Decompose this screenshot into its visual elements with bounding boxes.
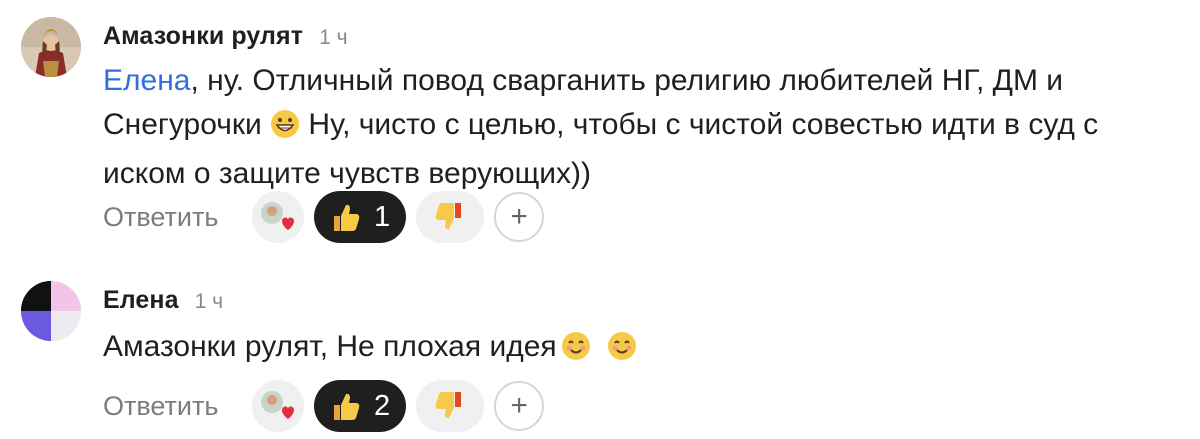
- grinning-face-icon: [270, 108, 300, 152]
- mention-link[interactable]: Елена: [103, 64, 190, 97]
- reaction-avatars-button[interactable]: [252, 191, 304, 243]
- thumbs-down-icon: [435, 203, 462, 230]
- comment-time: 1 ч: [319, 26, 348, 49]
- reaction-heart-icon: [261, 391, 294, 419]
- plus-icon: +: [510, 389, 528, 422]
- author-name[interactable]: Елена: [103, 286, 179, 315]
- dislike-button[interactable]: [416, 191, 485, 243]
- abstract-shapes-avatar-icon: [21, 281, 81, 341]
- add-reaction-button[interactable]: +: [494, 192, 545, 242]
- like-button[interactable]: 1: [314, 191, 407, 243]
- plus-icon: +: [510, 200, 528, 233]
- warrior-woman-avatar-icon: [21, 17, 81, 77]
- reaction-heart-icon: [261, 202, 294, 230]
- reply-button[interactable]: Ответить: [103, 202, 236, 233]
- thumbs-up-icon: [334, 204, 360, 231]
- dislike-button[interactable]: [416, 380, 485, 432]
- author-name[interactable]: Амазонки рулят: [103, 22, 303, 51]
- reply-button[interactable]: Ответить: [103, 391, 236, 422]
- smiling-face-icon: [561, 330, 591, 374]
- like-count: 1: [374, 200, 391, 233]
- reaction-avatars-button[interactable]: [252, 380, 304, 432]
- add-reaction-button[interactable]: +: [494, 381, 545, 431]
- comment-text: Амазонки рулят, Не плохая идея: [103, 325, 1143, 374]
- like-count: 2: [374, 389, 391, 422]
- like-button[interactable]: 2: [314, 380, 407, 432]
- comment-time: 1 ч: [194, 290, 224, 313]
- thumbs-up-icon: [334, 393, 360, 420]
- comment-text: Елена, ну. Отличный повод сварганить рел…: [103, 64, 1099, 190]
- smiling-face-icon: [607, 330, 637, 374]
- avatar[interactable]: [21, 281, 81, 341]
- avatar[interactable]: [21, 17, 81, 77]
- thumbs-down-icon: [435, 392, 462, 419]
